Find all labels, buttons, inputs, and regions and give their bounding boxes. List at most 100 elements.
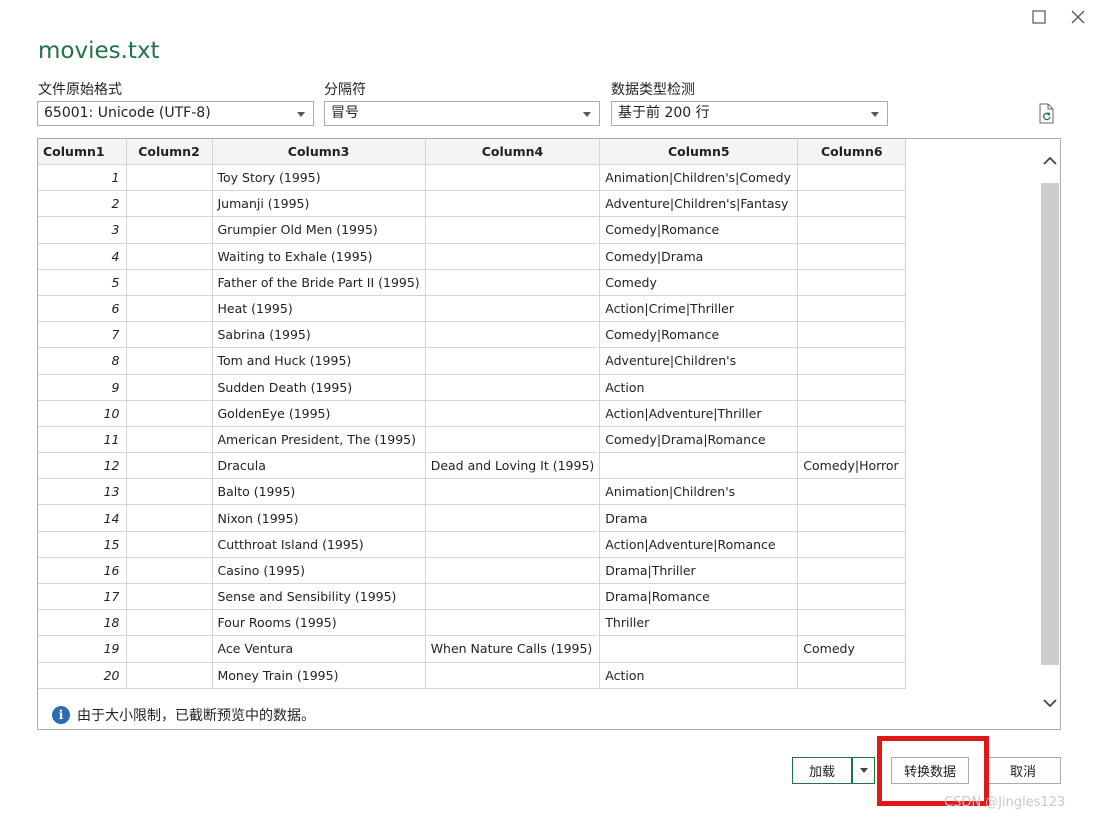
table-row: 6 Heat (1995) Action|Crime|Thriller [38,295,907,323]
transform-button-label: 转换数据 [903,765,956,780]
table-cell: 6 [38,295,127,323]
table-cell [425,662,601,689]
origin-select[interactable]: 65001: Unicode (UTF-8) [37,101,314,126]
table-row: 8 Tom and Huck (1995) Adventure|Children's [38,347,907,375]
table-row: 15 Cutthroat Island (1995) Action|Adventur… [38,531,907,558]
truncation-notice: i 由于大小限制，已截断预览中的数据。 [52,705,315,725]
table-cell [126,583,213,611]
table-cell [126,635,213,663]
origin-select-value: 65001: Unicode (UTF-8) [44,105,211,121]
table-row: 17 Sense and Sensibility (1995) Drama|Roma… [38,583,907,611]
close-icon[interactable] [1066,6,1090,28]
cancel-button[interactable]: 取消 [985,757,1061,784]
table-cell [425,347,601,375]
table-cell: Comedy [797,635,907,663]
table-cell: Casino (1995) [212,557,426,585]
delimiter-label: 分隔符 [324,82,366,98]
info-icon: i [52,706,70,724]
table-cell [425,609,601,637]
table-cell [126,478,213,506]
delimiter-select[interactable]: 冒号 [324,101,600,126]
table-cell [126,321,213,349]
table-cell: Comedy|Romance [599,321,799,349]
table-cell: Balto (1995) [212,478,426,506]
table-row: 11 American President, The (1995) Comedy|D… [38,426,907,454]
watermark: CSDN @Jingles123 [944,795,1066,810]
table-row: 13 Balto (1995) Animation|Children's [38,478,907,506]
table-cell: Action|Adventure|Thriller [599,400,799,427]
table-cell: 8 [38,347,127,375]
column-header[interactable]: Column6 [797,139,907,165]
table-cell: Adventure|Children's [599,347,799,375]
table-row: 18 Four Rooms (1995) Thriller [38,609,907,637]
table-cell: Animation|Children's [599,478,799,506]
table-cell: 20 [38,662,127,689]
table-cell: 11 [38,426,127,454]
table-cell [797,190,907,218]
table-cell [126,216,213,244]
maximize-icon[interactable] [1027,6,1051,28]
column-header[interactable]: Column1 [38,139,127,165]
table-cell [797,531,907,558]
caret-down-icon [297,112,305,117]
table-cell: Ace Ventura [212,635,426,663]
table-cell [797,557,907,585]
table-row: 1 Toy Story (1995) Animation|Children's|Co… [38,164,907,192]
table-cell: 18 [38,609,127,637]
column-header[interactable]: Column4 [425,139,601,165]
column-header[interactable]: Column2 [126,139,213,165]
table-cell: 17 [38,583,127,611]
chevron-down-icon[interactable] [1043,695,1057,709]
refresh-icon[interactable] [1037,103,1057,125]
table-row: 4 Waiting to Exhale (1995) Comedy|Drama [38,243,907,270]
preview-table: Column1 Column2 Column3 Column4 Column5 … [38,139,907,689]
table-cell: Grumpier Old Men (1995) [212,216,426,244]
table-cell [425,531,601,558]
transform-data-button[interactable]: 转换数据 [891,757,969,784]
notice-text: 由于大小限制，已截断预览中的数据。 [77,708,315,724]
table-cell [126,347,213,375]
caret-down-icon [871,112,879,117]
table-cell [425,216,601,244]
table-cell [425,295,601,323]
table-cell [126,164,213,192]
table-cell [425,269,601,296]
detect-label: 数据类型检测 [611,82,695,98]
load-dropdown-button[interactable] [852,757,875,784]
table-cell: 3 [38,216,127,244]
origin-label: 文件原始格式 [38,82,122,98]
table-cell: Father of the Bride Part II (1995) [212,269,426,296]
column-header[interactable]: Column3 [212,139,426,165]
table-cell: Thriller [599,609,799,637]
table-cell: 12 [38,452,127,480]
vertical-scrollbar[interactable] [1040,139,1060,729]
table-cell: Action|Adventure|Romance [599,531,799,558]
table-cell [797,426,907,454]
table-row: 3 Grumpier Old Men (1995) Comedy|Romance [38,216,907,244]
table-cell: Comedy|Drama [599,243,799,270]
table-row: 16 Casino (1995) Drama|Thriller [38,557,907,585]
table-cell: Money Train (1995) [212,662,426,689]
table-cell: American President, The (1995) [212,426,426,454]
table-cell [797,662,907,689]
table-cell [126,662,213,689]
table-cell [126,452,213,480]
chevron-up-icon[interactable] [1043,153,1057,167]
table-row: 2 Jumanji (1995) Adventure|Children's|Fant… [38,190,907,218]
table-cell [126,269,213,296]
table-cell: Dracula [212,452,426,480]
table-cell [425,243,601,270]
load-button-label: 加载 [808,765,835,780]
table-cell: 1 [38,164,127,192]
table-cell: Dead and Loving It (1995) [425,452,601,480]
table-cell: Sense and Sensibility (1995) [212,583,426,611]
detect-select[interactable]: 基于前 200 行 [611,101,888,126]
detect-select-value: 基于前 200 行 [618,105,710,121]
column-header[interactable]: Column5 [599,139,799,165]
table-cell: Cutthroat Island (1995) [212,531,426,558]
scrollbar-thumb[interactable] [1041,183,1059,665]
table-cell: Comedy|Drama|Romance [599,426,799,454]
table-cell: 14 [38,504,127,532]
table-row: 14 Nixon (1995) Drama [38,504,907,532]
load-button[interactable]: 加载 [792,757,852,784]
